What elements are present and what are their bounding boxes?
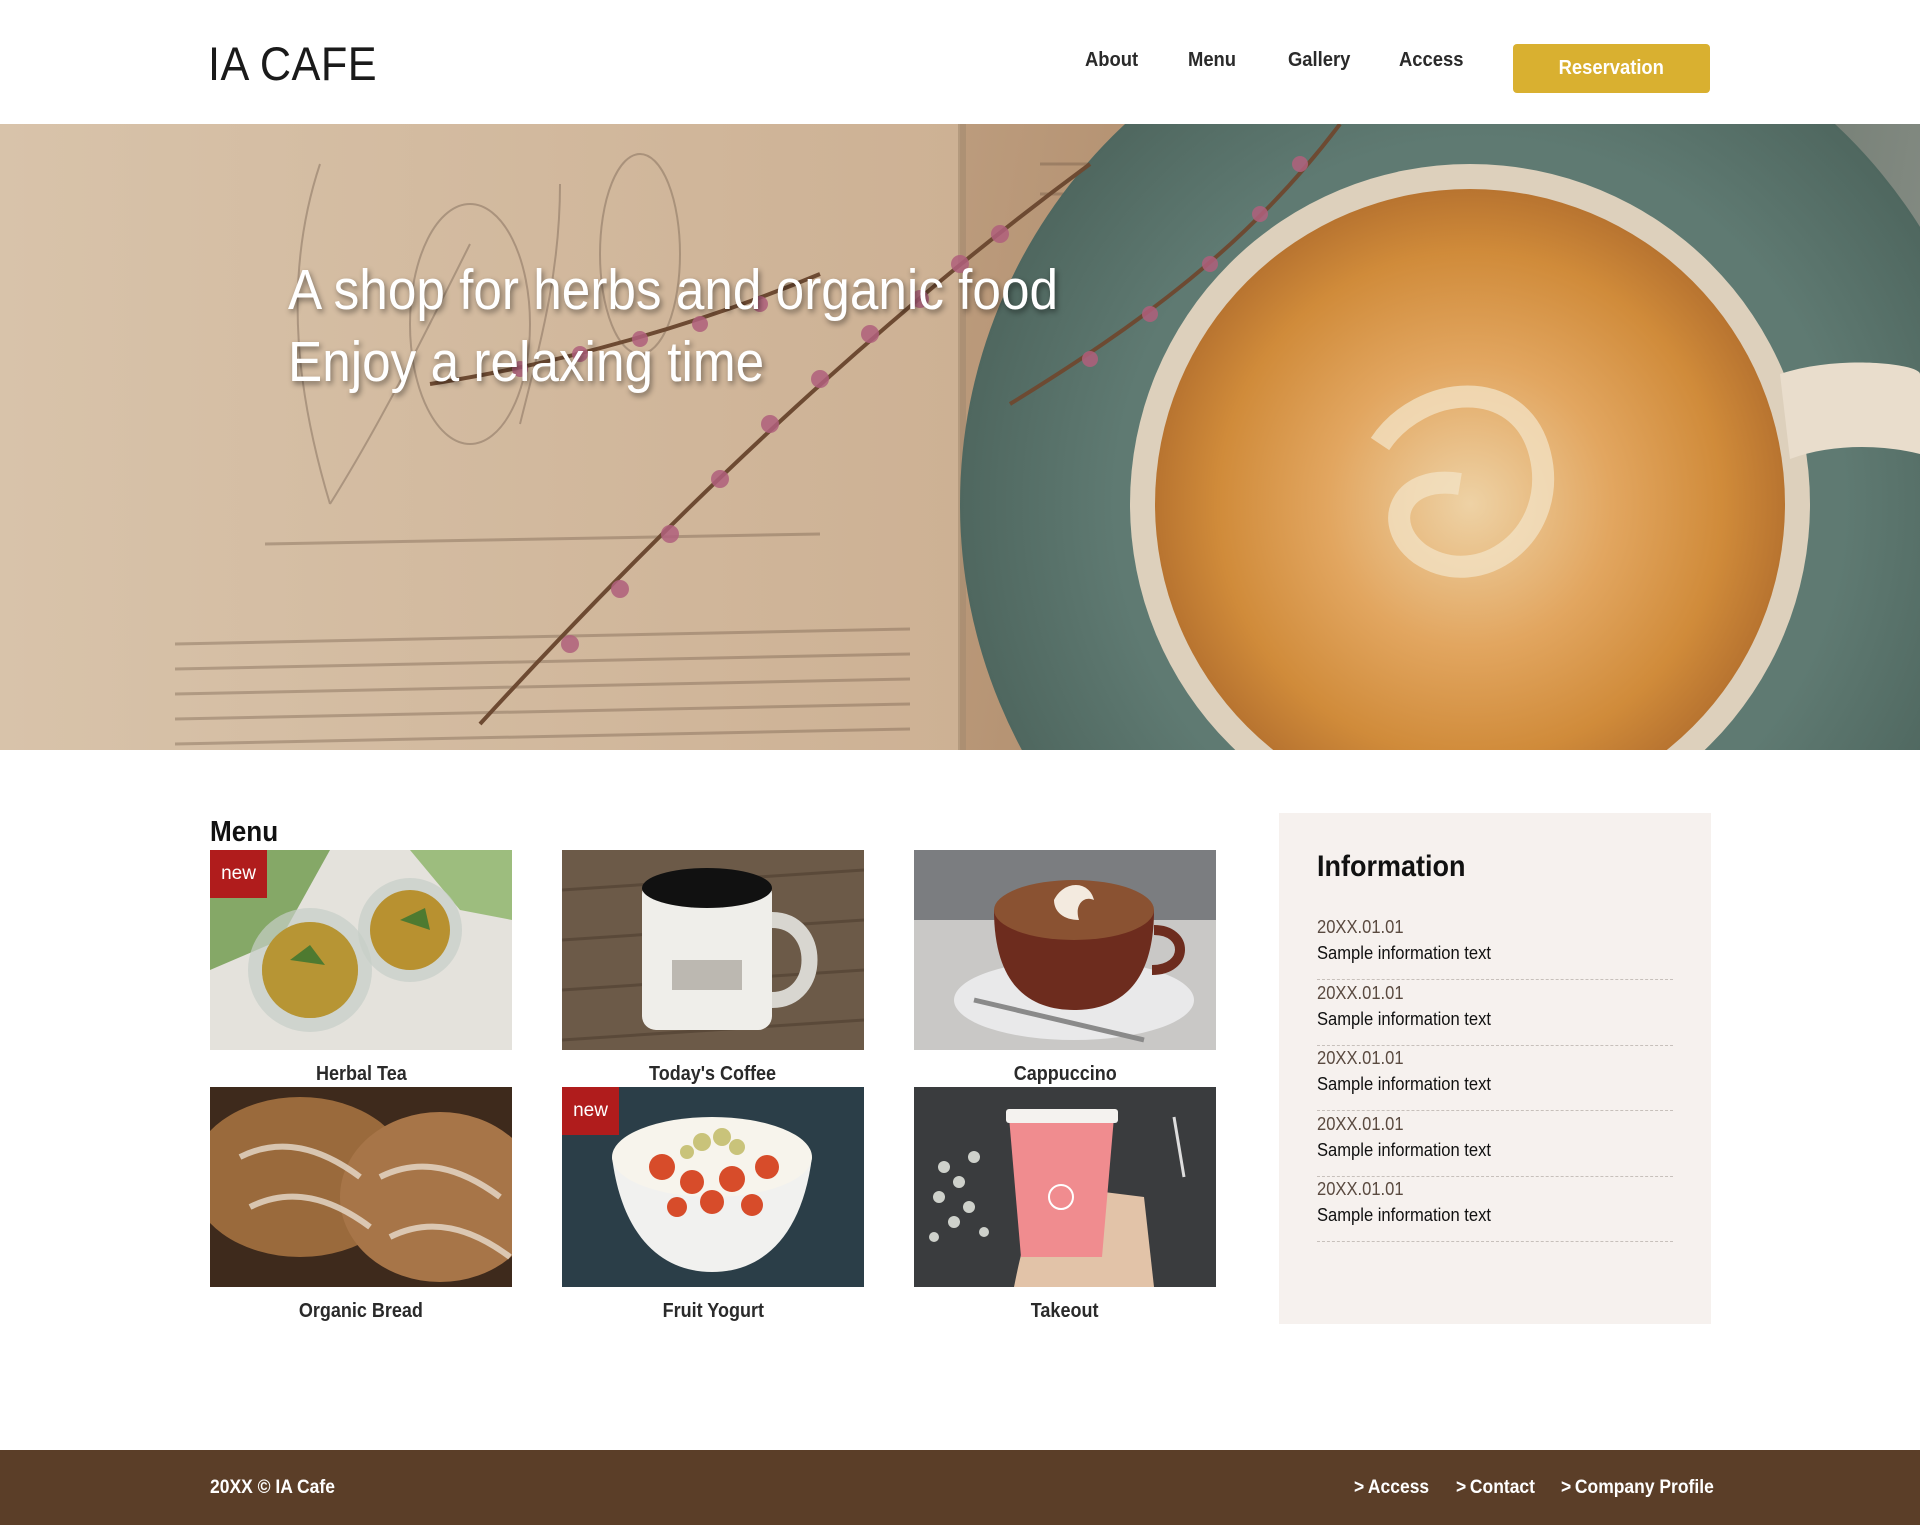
nav-menu[interactable]: Menu: [1188, 46, 1236, 74]
cappuccino-photo: [914, 850, 1216, 1050]
information-text: Sample information text: [1317, 1140, 1491, 1160]
information-text: Sample information text: [1317, 1009, 1491, 1029]
information-date: 20XX.01.01: [1317, 1179, 1404, 1199]
menu-card-cappuccino[interactable]: Cappuccino: [914, 850, 1216, 1090]
menu-item-name: Fruit Yogurt: [662, 1300, 764, 1322]
site-logo[interactable]: IA CAFE: [208, 36, 377, 92]
new-badge: new: [562, 1087, 619, 1135]
menu-item-name: Takeout: [1031, 1300, 1099, 1322]
new-badge: new: [210, 850, 267, 898]
menu-card-herbal-tea[interactable]: new Herbal Tea: [210, 850, 512, 1090]
information-item[interactable]: 20XX.01.01 Sample information text: [1317, 1046, 1673, 1111]
menu-item-name: Today's Coffee: [649, 1063, 777, 1085]
information-panel: Information 20XX.01.01 Sample informatio…: [1279, 813, 1711, 1324]
information-item[interactable]: 20XX.01.01 Sample information text: [1317, 981, 1673, 1046]
nav-gallery[interactable]: Gallery: [1288, 46, 1350, 74]
menu-item-name: Herbal Tea: [315, 1063, 407, 1085]
menu-section-title: Menu: [210, 816, 279, 848]
takeout-photo: [914, 1087, 1216, 1287]
reservation-button-label: Reservation: [1558, 57, 1665, 79]
menu-card-todays-coffee[interactable]: Today's Coffee: [562, 850, 864, 1090]
reservation-button[interactable]: Reservation: [1513, 44, 1710, 93]
information-date: 20XX.01.01: [1317, 1114, 1404, 1134]
information-item[interactable]: 20XX.01.01 Sample information text: [1317, 1112, 1673, 1177]
information-date: 20XX.01.01: [1317, 1048, 1404, 1068]
information-date: 20XX.01.01: [1317, 983, 1404, 1003]
information-item[interactable]: 20XX.01.01 Sample information text: [1317, 915, 1673, 980]
nav-access[interactable]: Access: [1399, 46, 1463, 74]
footer-link-contact[interactable]: > Contact: [1456, 1474, 1535, 1502]
information-item[interactable]: 20XX.01.01 Sample information text: [1317, 1177, 1673, 1242]
hero-banner: A shop for herbs and organic food Enjoy …: [0, 124, 1920, 750]
menu-card-organic-bread[interactable]: Organic Bread: [210, 1087, 512, 1327]
site-footer: 20XX © IA Cafe > Access > Contact > Company…: [0, 1450, 1920, 1525]
hero-headline: A shop for herbs and organic food Enjoy …: [288, 254, 1058, 398]
menu-card-takeout[interactable]: Takeout: [914, 1087, 1216, 1327]
site-header: IA CAFE About Menu Gallery Access Reserv…: [0, 0, 1920, 124]
copyright-text: 20XX © IA Cafe: [210, 1477, 335, 1498]
information-title: Information: [1317, 850, 1466, 883]
nav-about[interactable]: About: [1085, 46, 1138, 74]
footer-link-company-profile[interactable]: > Company Profile: [1561, 1474, 1714, 1502]
information-text: Sample information text: [1317, 1205, 1491, 1225]
todays-coffee-photo: [562, 850, 864, 1050]
menu-item-name: Organic Bread: [298, 1300, 424, 1322]
information-date: 20XX.01.01: [1317, 917, 1404, 937]
hero-line-2: Enjoy a relaxing time: [288, 330, 765, 394]
information-text: Sample information text: [1317, 1074, 1491, 1094]
organic-bread-photo: [210, 1087, 512, 1287]
hero-line-1: A shop for herbs and organic food: [288, 258, 1059, 322]
information-text: Sample information text: [1317, 943, 1491, 963]
menu-item-name: Cappuccino: [1013, 1063, 1117, 1085]
chevron-right-icon: >: [1456, 1477, 1467, 1498]
footer-link-access[interactable]: > Access: [1354, 1474, 1429, 1502]
menu-card-fruit-yogurt[interactable]: new Fruit Yogurt: [562, 1087, 864, 1327]
hero-image: [0, 124, 1920, 750]
chevron-right-icon: >: [1561, 1477, 1572, 1498]
chevron-right-icon: >: [1354, 1477, 1365, 1498]
